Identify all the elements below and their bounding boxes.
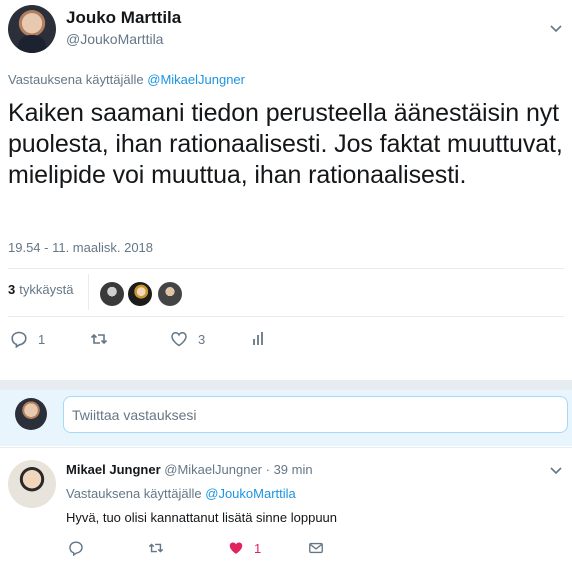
chevron-down-icon[interactable]	[548, 20, 564, 36]
liker-avatar[interactable]	[128, 282, 152, 306]
envelope-icon	[309, 542, 323, 554]
reply-prefix: Vastauksena käyttäjälle	[66, 486, 202, 501]
reply-tweet: Mikael Jungner @MikaelJungner · 39 min V…	[0, 447, 572, 564]
divider	[8, 316, 564, 317]
divider	[8, 268, 564, 269]
analytics-icon	[253, 332, 263, 345]
tweet-actions: 1 3	[0, 330, 572, 352]
reply-count: 1	[38, 331, 46, 347]
message-button[interactable]	[308, 540, 324, 556]
reply-text: Hyvä, tuo olisi kannattanut lisätä sinne…	[66, 510, 338, 525]
reply-context: Vastauksena käyttäjälle @MikaelJungner	[8, 72, 245, 87]
author-name[interactable]: Jouko Marttila	[66, 8, 181, 28]
main-tweet: Jouko Marttila @JoukoMarttila Vastauksen…	[0, 0, 572, 380]
reply-actions: 1	[0, 540, 572, 560]
reply-author-handle[interactable]: @MikaelJungner	[164, 462, 262, 477]
chevron-down-icon[interactable]	[548, 462, 564, 478]
reply-icon	[11, 331, 27, 348]
heart-filled-icon	[229, 542, 243, 554]
reply-to-link[interactable]: @JoukoMarttila	[205, 486, 296, 501]
author-avatar[interactable]	[8, 5, 56, 53]
reply-author-avatar[interactable]	[8, 460, 56, 508]
tweet-text: Kaiken saamani tiedon perusteella äänest…	[8, 99, 563, 189]
like-button[interactable]: 1	[228, 540, 261, 556]
retweet-icon	[90, 333, 108, 345]
section-gap	[0, 380, 572, 390]
likes-label: tykkäystä	[19, 282, 74, 297]
reply-input[interactable]	[63, 396, 568, 433]
heart-icon	[171, 332, 187, 347]
reply-header: Mikael Jungner @MikaelJungner · 39 min	[66, 462, 313, 477]
likes-count: 3	[8, 282, 16, 297]
reply-author-name[interactable]: Mikael Jungner	[66, 462, 161, 477]
reply-button[interactable]: 1	[10, 330, 45, 348]
tweet-timestamp[interactable]: 19.54 - 11. maalisk. 2018	[8, 240, 153, 255]
liker-avatar[interactable]	[100, 282, 124, 306]
like-count: 1	[254, 540, 262, 556]
reply-prefix: Vastauksena käyttäjälle	[8, 72, 144, 87]
current-user-avatar	[15, 398, 47, 430]
retweet-icon	[148, 543, 164, 553]
reply-to-link[interactable]: @MikaelJungner	[147, 72, 245, 87]
retweet-button[interactable]	[90, 330, 118, 348]
like-count: 3	[198, 331, 206, 347]
reply-icon	[69, 541, 83, 556]
divider	[88, 274, 89, 310]
author-handle[interactable]: @JoukoMarttila	[66, 31, 163, 47]
likes-summary[interactable]: 3 tykkäystä	[8, 282, 73, 297]
liker-avatar[interactable]	[158, 282, 182, 306]
analytics-button[interactable]	[250, 330, 268, 348]
reply-time[interactable]: · 39 min	[266, 462, 313, 477]
reply-context: Vastauksena käyttäjälle @JoukoMarttila	[66, 486, 296, 501]
reply-composer	[0, 390, 572, 446]
like-button[interactable]: 3	[170, 330, 205, 348]
retweet-button[interactable]	[148, 540, 164, 556]
reply-button[interactable]	[68, 540, 84, 556]
